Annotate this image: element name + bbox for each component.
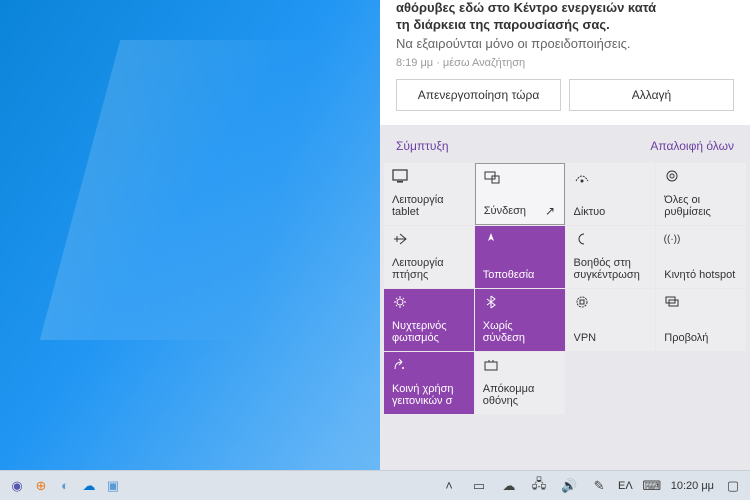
quick-action-tiles: Λειτουργία tablet Σύνδεση↖ Δίκτυο Όλες οι ρ…	[380, 163, 750, 414]
tile-label: Λειτουργία tablet	[392, 194, 466, 219]
onedrive-tray-icon[interactable]: ☁	[498, 475, 520, 497]
tile-label: Νυχτερινός φωτισμός	[392, 320, 466, 345]
clock[interactable]: 10:20 μμ	[671, 480, 714, 492]
tile-label: VPN	[574, 332, 648, 345]
volume-icon[interactable]: 🔊	[558, 475, 580, 497]
vpn-icon	[574, 295, 648, 311]
tile-label: Χωρίς σύνδεση	[483, 320, 557, 345]
people-icon[interactable]: ◐	[54, 475, 76, 497]
tray-chevron-icon[interactable]: ˄	[438, 475, 460, 497]
disable-now-button[interactable]: Απενεργοποίηση τώρα	[396, 79, 561, 111]
tile-tablet[interactable]: Λειτουργία tablet	[384, 163, 474, 225]
tile-hotspot[interactable]: ((·)) Κινητό hotspot	[656, 226, 746, 288]
snip-icon	[483, 358, 557, 374]
svg-text:((·)): ((·))	[664, 234, 680, 245]
tile-label: Όλες οι ρυθμίσεις	[664, 194, 738, 219]
focus-icon	[574, 232, 648, 248]
settings-icon	[664, 169, 738, 185]
network-tray-icon[interactable]: 🖧	[528, 475, 550, 497]
bluetooth-icon	[483, 295, 557, 311]
tile-label: Κοινή χρήση γειτονικών σ	[392, 383, 466, 408]
notification-card[interactable]: αθόρυβες εδώ στο Κέντρο ενεργειών κατά τ…	[380, 0, 750, 125]
notification-meta: 8:19 μμ · μέσω Αναζήτηση	[396, 57, 734, 69]
connect-icon	[484, 170, 556, 186]
teams-icon[interactable]: ◉	[6, 475, 28, 497]
tile-network[interactable]: Δίκτυο	[566, 163, 656, 225]
night-icon	[392, 295, 466, 311]
airplane-icon	[392, 232, 466, 248]
tile-snip[interactable]: Απόκομμα οθόνης	[475, 352, 565, 414]
tile-label: Απόκομμα οθόνης	[483, 383, 557, 408]
share-icon	[392, 358, 466, 374]
network-icon	[574, 169, 648, 185]
action-center-icon[interactable]: ▢	[722, 475, 744, 497]
language-indicator[interactable]: ΕΛ	[618, 480, 633, 492]
tile-label: Δίκτυο	[574, 206, 648, 219]
clear-all-link[interactable]: Απαλοιφή όλων	[650, 139, 734, 153]
taskbar: ◉ ⊕ ◐ ☁ ▣ ˄ ▭ ☁ 🖧 🔊 ✎ ΕΛ ⌨ 10:20 μμ ▢	[0, 470, 750, 500]
collapse-link[interactable]: Σύμπτυξη	[396, 139, 449, 153]
tile-focus[interactable]: Βοηθός στη συγκέντρωση	[566, 226, 656, 288]
tile-label: Λειτουργία πτήσης	[392, 257, 466, 282]
tile-location[interactable]: Τοποθεσία	[475, 226, 565, 288]
keyboard-icon[interactable]: ⌨	[641, 475, 663, 497]
tablet-icon	[392, 169, 466, 185]
tile-label: Βοηθός στη συγκέντρωση	[574, 257, 648, 282]
project-icon	[664, 295, 738, 311]
tile-label: Τοποθεσία	[483, 269, 557, 282]
notification-subtitle: Να εξαιρούνται μόνο οι προειδοποιήσεις.	[396, 36, 734, 51]
tile-vpn[interactable]: VPN	[566, 289, 656, 351]
tile-connect[interactable]: Σύνδεση↖	[475, 163, 565, 225]
hotspot-icon: ((·))	[664, 232, 738, 248]
battery-icon[interactable]: ▭	[468, 475, 490, 497]
security-icon[interactable]: ⊕	[30, 475, 52, 497]
pen-icon[interactable]: ✎	[588, 475, 610, 497]
action-center-panel: αθόρυβες εδώ στο Κέντρο ενεργειών κατά τ…	[380, 0, 750, 470]
tile-label: Προβολή	[664, 332, 738, 345]
mouse-cursor-icon: ↖	[545, 204, 555, 218]
change-button[interactable]: Αλλαγή	[569, 79, 734, 111]
onedrive-icon[interactable]: ☁	[78, 475, 100, 497]
tile-night[interactable]: Νυχτερινός φωτισμός	[384, 289, 474, 351]
tile-project[interactable]: Προβολή	[656, 289, 746, 351]
tile-label: Κινητό hotspot	[664, 269, 738, 282]
location-icon	[483, 232, 557, 248]
app-icon[interactable]: ▣	[102, 475, 124, 497]
tile-bluetooth[interactable]: Χωρίς σύνδεση	[475, 289, 565, 351]
tile-settings[interactable]: Όλες οι ρυθμίσεις	[656, 163, 746, 225]
tile-airplane[interactable]: Λειτουργία πτήσης	[384, 226, 474, 288]
notification-title: αθόρυβες εδώ στο Κέντρο ενεργειών κατά τ…	[396, 0, 734, 34]
tile-share[interactable]: Κοινή χρήση γειτονικών σ	[384, 352, 474, 414]
